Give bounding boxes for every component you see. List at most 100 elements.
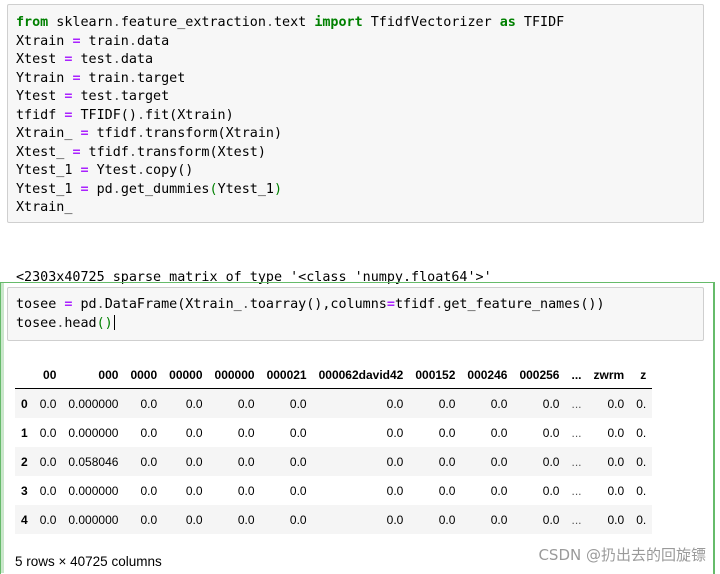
code-token: tosee xyxy=(16,297,65,312)
table-row: 4 0.0 0.000000 0.0 0.0 0.0 0.0 0.0 0.0 0.0 0.0... 0… xyxy=(15,505,653,534)
column-header: zwrm xyxy=(587,362,631,389)
code-line: Xtest = test.data xyxy=(16,51,703,70)
table-cell: 0.0 xyxy=(438,396,456,411)
watermark-text: CSDN @扔出去的回旋镖 xyxy=(538,546,706,564)
table-cell: 0.0 xyxy=(39,425,57,440)
code-token: = xyxy=(72,70,81,86)
table-cell: 0.0 xyxy=(607,425,625,440)
table-row: 0 0.0 0.000000 0.0 0.0 0.0 0.0 0.0 0.0 0.0 0.0... 0… xyxy=(15,388,653,418)
code-token: ( xyxy=(209,181,218,197)
code-token: tfidf xyxy=(16,107,65,123)
code-token: get_dummies xyxy=(120,181,210,197)
table-cell: 0. xyxy=(636,483,647,498)
code-token: . xyxy=(241,297,250,312)
code-token: . xyxy=(265,15,274,30)
code-token: tfidf xyxy=(80,144,129,160)
code-editor-2[interactable]: tosee = pd.DataFrame(Xtrain_.toarray(),c… xyxy=(8,288,703,333)
code-token: transform(Xtrain) xyxy=(145,126,283,141)
table-cell: 0.0 xyxy=(185,454,203,469)
code-token: text xyxy=(274,15,315,30)
dataframe-shape-text: 5 rows × 40725 columns xyxy=(15,554,162,569)
code-token: Xtrain_ xyxy=(16,200,73,215)
table-cell: ... xyxy=(571,425,582,440)
code-cell-1[interactable]: from sklearn.feature_extraction.text imp… xyxy=(7,4,704,223)
table-cell: 0.0 xyxy=(542,396,560,411)
code-token: get_feature_names()) xyxy=(443,297,605,312)
table-cell: 0.0 xyxy=(542,425,560,440)
table-cell: 0.0 xyxy=(607,483,625,498)
table-cell: ... xyxy=(571,396,582,411)
code-token: tosee xyxy=(16,315,57,331)
table-cell: 0.0 xyxy=(185,483,203,498)
code-line: Ytest_1 = pd.get_dummies(Ytest_1) xyxy=(16,181,703,200)
table-cell: 0.000000 xyxy=(68,483,119,498)
code-token: Xtest_ xyxy=(16,144,73,160)
code-token: Xtest xyxy=(16,52,65,67)
code-token: . xyxy=(112,15,121,30)
code-token: from xyxy=(16,15,49,30)
table-row: 2 0.0 0.058046 0.0 0.0 0.0 0.0 0.0 0.0 0.0 0.0... 0… xyxy=(15,447,653,476)
table-cell: 0.0 xyxy=(438,425,456,440)
column-header: 000152 xyxy=(409,362,462,389)
code-token: train xyxy=(80,70,129,86)
table-cell: 0.0 xyxy=(607,454,625,469)
table-cell: 0.0 xyxy=(386,454,404,469)
code-line: tosee.head() xyxy=(16,315,703,334)
code-token: = xyxy=(72,33,81,49)
code-token: = xyxy=(72,144,81,160)
code-token: Xtrain_ xyxy=(16,126,81,141)
code-line: Xtrain_ = tfidf.transform(Xtrain) xyxy=(16,125,703,144)
column-header: 00 xyxy=(33,362,63,389)
code-token: import xyxy=(314,15,363,30)
table-cell: 0.0 xyxy=(607,396,625,411)
code-cell-2[interactable]: tosee = pd.DataFrame(Xtrain_.toarray(),c… xyxy=(7,287,704,341)
table-cell: 0.0 xyxy=(542,483,560,498)
dataframe-header-row: 00 000 0000 00000 000000 000021 000062david42 0… xyxy=(15,362,653,389)
column-header: 0000 xyxy=(124,362,164,389)
code-token: Ytest_1 xyxy=(16,181,81,197)
table-cell: 0.0 xyxy=(607,512,625,527)
code-token: . xyxy=(136,126,145,141)
table-cell: 0.058046 xyxy=(68,454,119,469)
code-token: copy() xyxy=(145,163,194,178)
row-index: 2 xyxy=(21,454,28,469)
text-cursor xyxy=(113,315,115,330)
code-token: . xyxy=(128,33,137,49)
code-token: . xyxy=(112,181,121,197)
code-line: Xtrain_ xyxy=(16,199,703,218)
code-token: train xyxy=(80,33,129,49)
column-header: z xyxy=(630,362,653,389)
code-token: Ytest xyxy=(16,89,65,104)
code-line: tosee = pd.DataFrame(Xtrain_.toarray(),c… xyxy=(16,296,703,315)
code-token: TfidfVectorizer xyxy=(362,15,500,30)
code-line: Xtest_ = tfidf.transform(Xtest) xyxy=(16,144,703,163)
table-cell: 0.0 xyxy=(140,512,158,527)
table-cell: 0.0 xyxy=(237,425,255,440)
dataframe-output: 00 000 0000 00000 000000 000021 000062david42 0… xyxy=(15,362,690,538)
column-header: 000256 xyxy=(513,362,566,389)
code-token: transform(Xtest) xyxy=(136,144,266,160)
code-token: . xyxy=(128,144,137,160)
table-cell: 0. xyxy=(636,425,647,440)
table-cell: 0.0 xyxy=(542,512,560,527)
table-cell: 0.0 xyxy=(289,512,307,527)
dataframe-table: 00 000 0000 00000 000000 000021 000062david42 0… xyxy=(15,362,653,534)
table-cell: 0.0 xyxy=(386,483,404,498)
table-cell: 0.0 xyxy=(438,512,456,527)
table-cell: 0.0 xyxy=(39,454,57,469)
code-token: test xyxy=(72,52,113,67)
code-token: Ytest xyxy=(88,163,137,178)
table-cell: 0.0 xyxy=(39,512,57,527)
code-token: Ytest_1 xyxy=(217,181,274,197)
table-cell: 0. xyxy=(636,512,647,527)
code-token: pd xyxy=(88,181,113,197)
code-editor-1[interactable]: from sklearn.feature_extraction.text imp… xyxy=(8,5,703,218)
code-token: Xtrain xyxy=(16,33,73,49)
column-header: 00000 xyxy=(163,362,209,389)
table-cell: 0.0 xyxy=(140,454,158,469)
column-header: 000021 xyxy=(260,362,313,389)
row-index: 0 xyxy=(21,396,28,411)
code-token: = xyxy=(80,126,89,141)
table-cell: 0.000000 xyxy=(68,425,119,440)
code-token: target xyxy=(120,89,170,104)
